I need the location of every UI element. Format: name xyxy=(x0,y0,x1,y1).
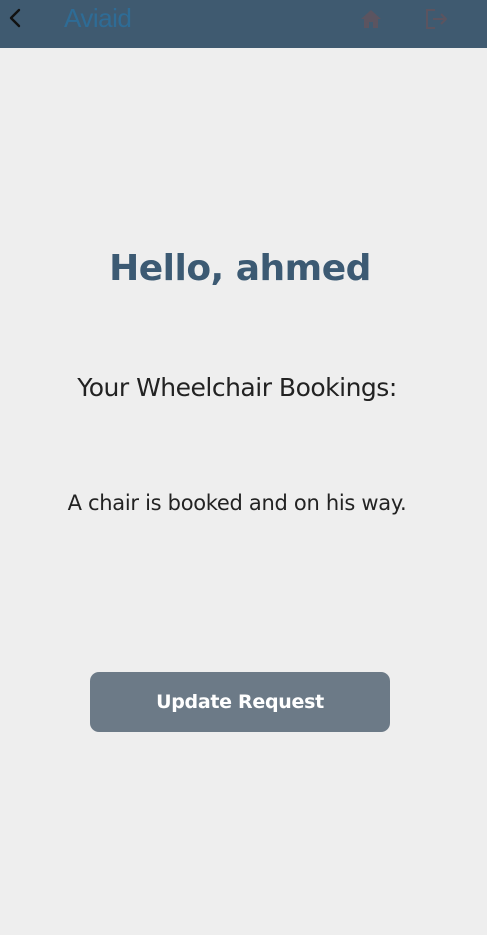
logout-icon xyxy=(425,8,449,35)
chevron-left-icon xyxy=(8,8,22,33)
top-app-bar: Aviaid xyxy=(0,0,487,48)
bookings-heading: Your Wheelchair Bookings: xyxy=(77,373,397,402)
logout-button[interactable] xyxy=(423,8,451,34)
back-button[interactable] xyxy=(0,4,30,36)
app-logo: Aviaid xyxy=(64,3,132,33)
update-request-button[interactable]: Update Request xyxy=(90,672,390,732)
home-button[interactable] xyxy=(358,8,384,34)
home-icon xyxy=(360,9,382,34)
booking-status-text: A chair is booked and on his way. xyxy=(67,491,407,515)
greeting-heading: Hello, ahmed xyxy=(109,248,371,289)
